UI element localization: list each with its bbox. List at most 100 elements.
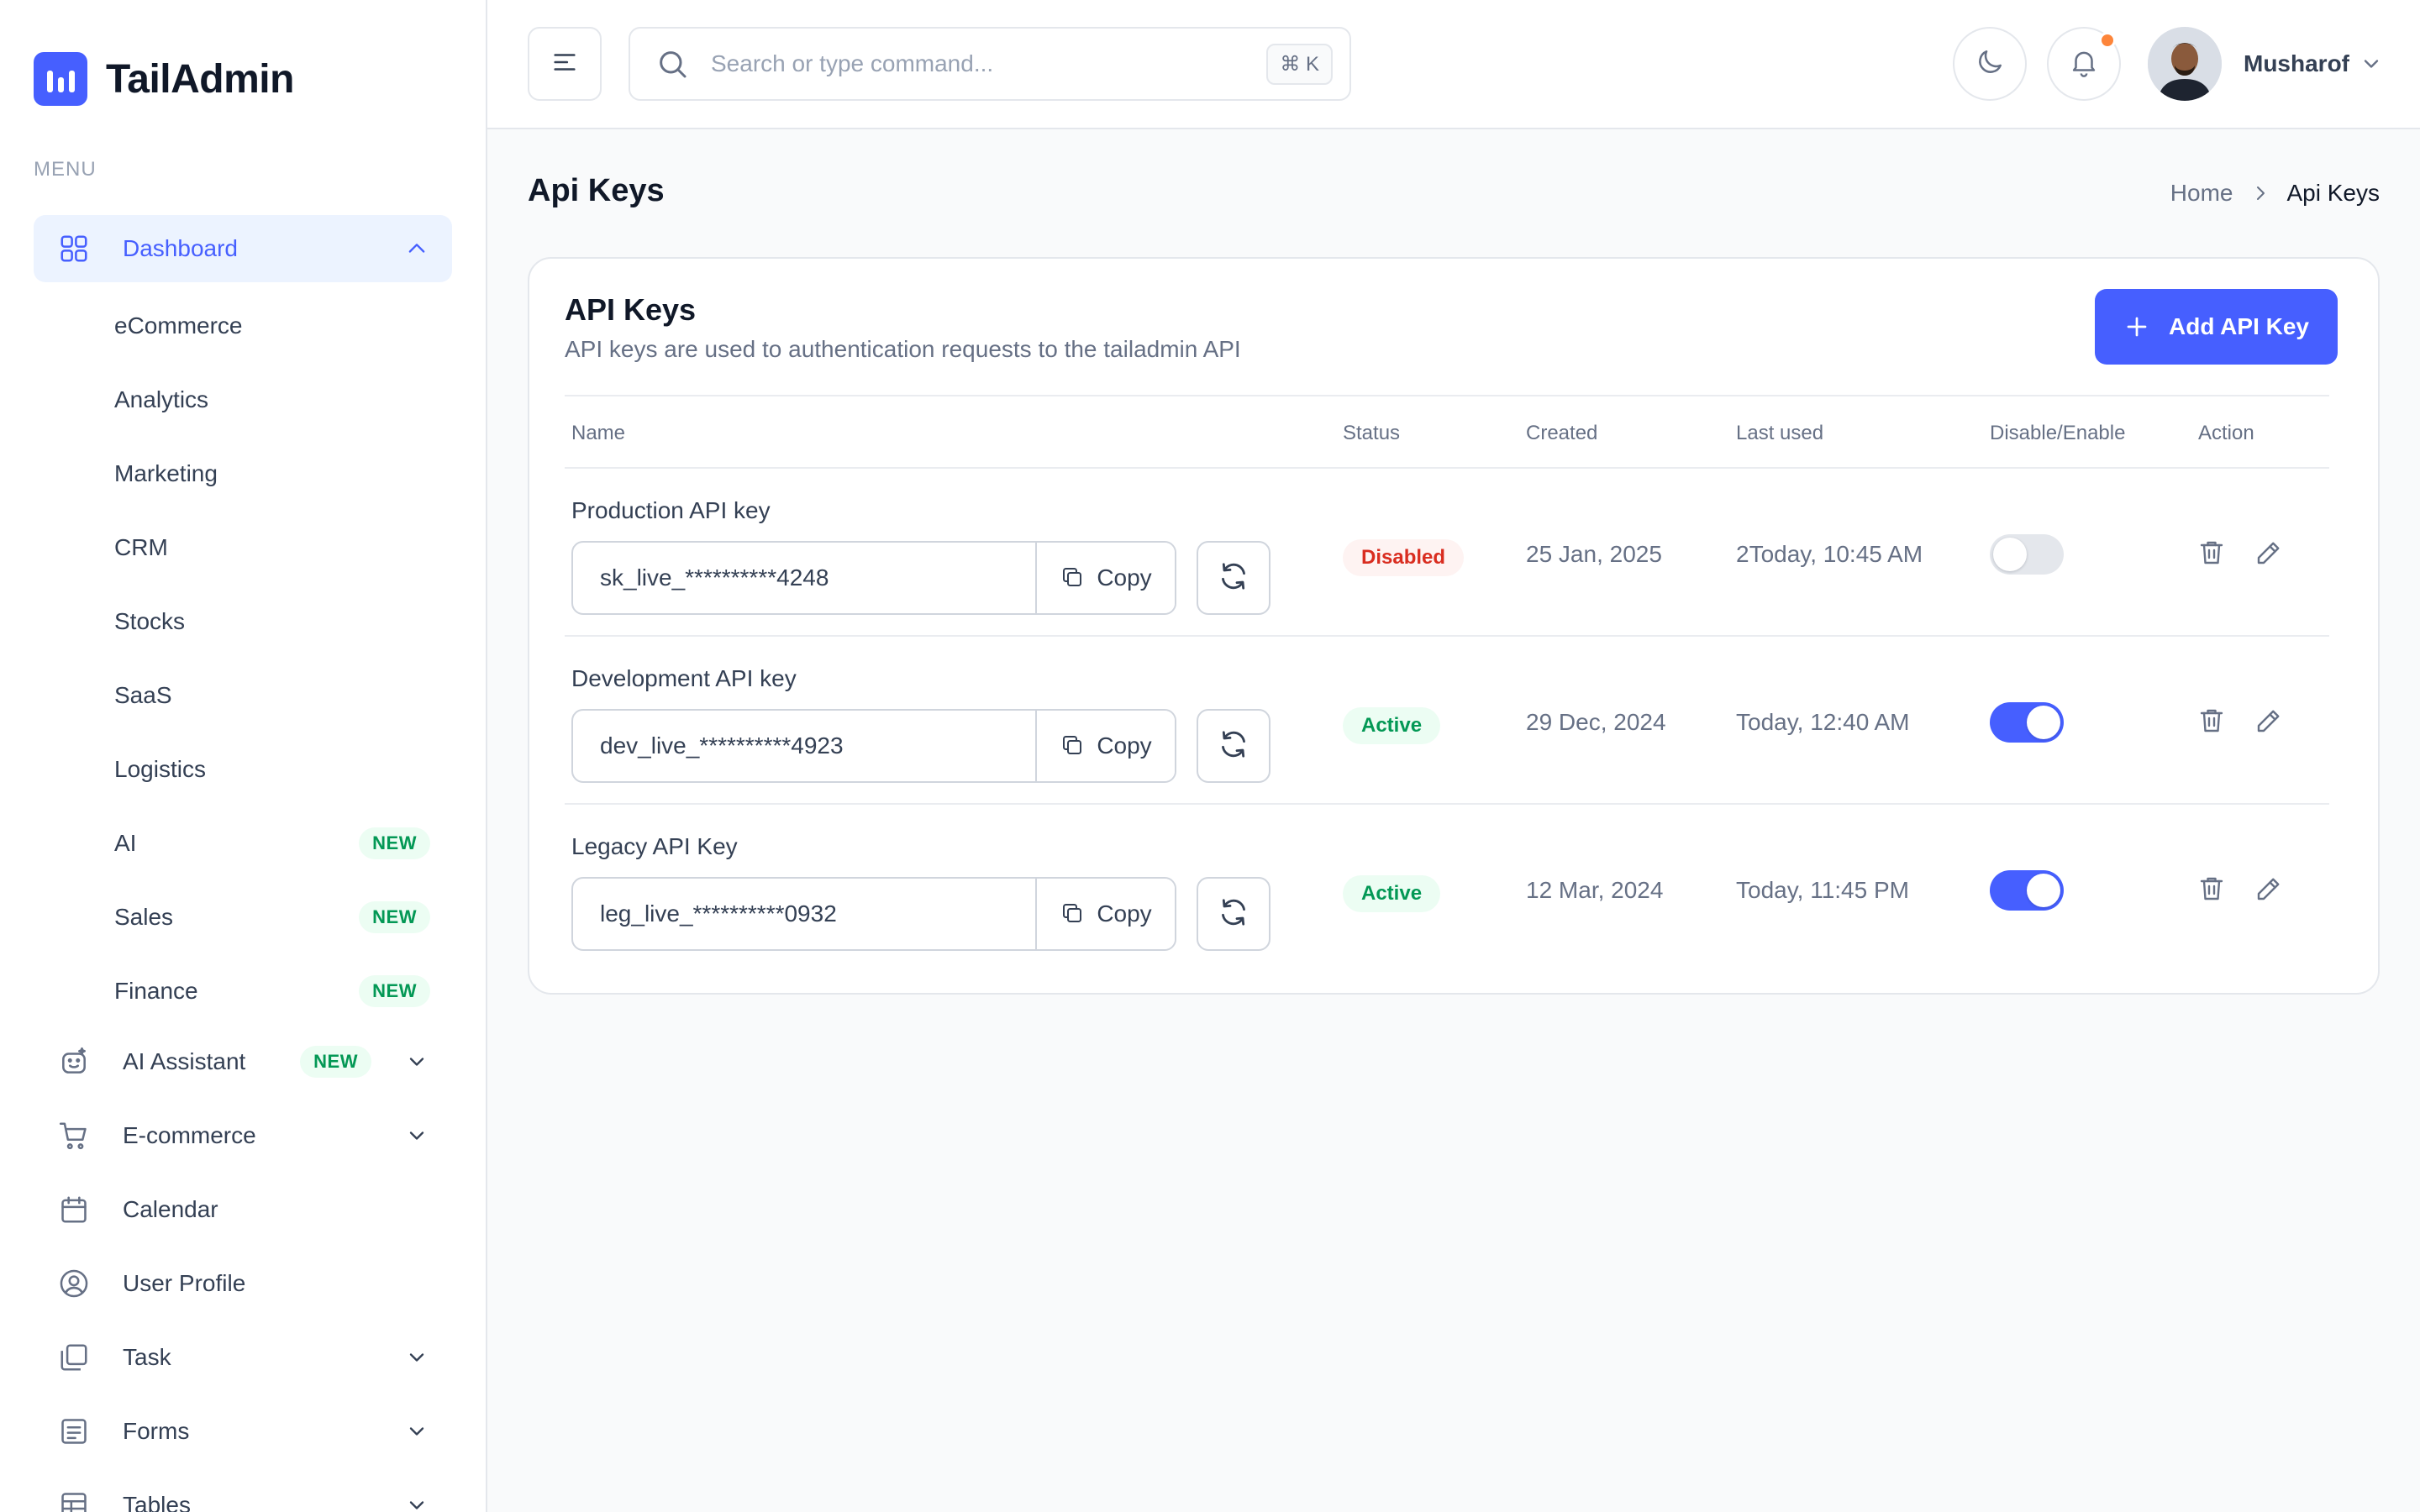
chevron-up-icon [403,235,430,262]
submenu-item-marketing[interactable]: Marketing [34,437,452,511]
regenerate-key-button[interactable] [1197,541,1270,615]
breadcrumb: Home Api Keys [2170,180,2380,207]
sidebar-item-forms[interactable]: Forms [34,1398,452,1465]
table-body: Production API key sk_live_**********4248… [565,469,2329,973]
grid-icon [57,232,91,265]
copy-button[interactable]: Copy [1035,879,1175,949]
user-menu[interactable]: Musharof [2148,27,2385,101]
submenu-item-analytics[interactable]: Analytics [34,363,452,437]
regenerate-key-button[interactable] [1197,709,1270,783]
toggle-knob [2027,874,2060,907]
submenu-item-label: Sales [114,904,174,930]
copy-icon [1060,732,1086,759]
delete-button[interactable] [2195,538,2228,571]
sidebar-item-user-profile[interactable]: User Profile [34,1250,452,1317]
search-input[interactable]: Search or type command... [711,50,1266,77]
copy-label: Copy [1097,900,1152,927]
chevron-down-icon [403,1048,430,1075]
copy-label: Copy [1097,564,1152,591]
search-shortcut-hint: ⌘ K [1266,43,1333,85]
edit-button[interactable] [2252,874,2286,907]
created-date: 29 Dec, 2024 [1526,709,1666,735]
pencil-icon [2254,706,2284,740]
chevron-down-icon [403,1418,430,1445]
notifications-button[interactable] [2047,27,2121,101]
refresh-icon [1217,895,1250,933]
last-used-date: 2Today, 10:45 AM [1736,541,1923,567]
hamburger-icon [550,48,579,81]
pencil-icon [2254,874,2284,908]
sidebar-item-e-commerce[interactable]: E-commerce [34,1102,452,1169]
sidebar-item-label: Task [123,1344,171,1370]
sidebar-item-label: Tables [123,1492,191,1512]
task-icon [57,1341,91,1374]
menu-section-label: MENU [34,158,97,181]
created-date: 12 Mar, 2024 [1526,877,1664,903]
search-bar[interactable]: Search or type command... ⌘ K [629,27,1351,101]
search-icon [655,47,689,81]
table-icon [57,1488,91,1512]
api-key-name: Development API key [571,665,797,691]
submenu-item-saas[interactable]: SaaS [34,659,452,732]
chevron-down-icon [403,1122,430,1149]
regenerate-key-button[interactable] [1197,877,1270,951]
card-subtitle: API keys are used to authentication requ… [565,336,1241,362]
api-key-field: leg_live_**********0932 Copy [571,877,1176,951]
submenu-item-label: eCommerce [114,312,243,339]
sidebar-item-ai-assistant[interactable]: AI Assistant NEW [34,1028,452,1095]
api-key-value[interactable]: leg_live_**********0932 [573,879,1035,949]
user-circle-icon [57,1267,91,1300]
trash-icon [2196,874,2227,908]
notification-dot [2099,32,2116,49]
last-used-date: Today, 11:45 PM [1736,877,1909,903]
delete-button[interactable] [2195,706,2228,739]
api-key-name: Production API key [571,497,771,523]
sidebar-item-tables[interactable]: Tables [34,1472,452,1512]
new-badge: NEW [359,975,430,1007]
submenu-item-finance[interactable]: Finance NEW [34,954,452,1028]
copy-icon [1060,564,1086,591]
delete-button[interactable] [2195,874,2228,907]
column-header-status: Status [1343,422,1401,444]
api-key-value[interactable]: sk_live_**********4248 [573,543,1035,613]
enable-toggle[interactable] [1990,534,2064,575]
edit-button[interactable] [2252,706,2286,739]
add-api-key-button[interactable]: Add API Key [2095,289,2338,365]
sidebar-toggle-button[interactable] [528,27,602,101]
submenu-item-label: Analytics [114,386,209,412]
edit-button[interactable] [2252,538,2286,571]
submenu-item-sales[interactable]: Sales NEW [34,880,452,954]
brand-logo[interactable]: TailAdmin [34,52,294,106]
enable-toggle[interactable] [1990,702,2064,743]
submenu-item-label: Stocks [114,608,186,634]
sidebar-item-label: User Profile [123,1270,246,1296]
api-keys-table: Name Status Created Last used Disable/En… [565,395,2329,973]
submenu-item-ai[interactable]: AI NEW [34,806,452,880]
api-key-value[interactable]: dev_live_**********4923 [573,711,1035,781]
sidebar-item-dashboard[interactable]: Dashboard [34,215,452,282]
new-badge: NEW [300,1046,371,1078]
submenu-item-label: CRM [114,534,168,560]
sidebar-item-label: Forms [123,1418,190,1444]
sidebar-item-label: Calendar [123,1196,218,1222]
submenu-item-stocks[interactable]: Stocks [34,585,452,659]
submenu-item-label: Marketing [114,460,218,486]
chevron-right-icon [2250,183,2270,203]
submenu-item-ecommerce[interactable]: eCommerce [34,289,452,363]
column-header-last-used: Last used [1736,422,1824,444]
copy-button[interactable]: Copy [1035,543,1175,613]
breadcrumb-home-link[interactable]: Home [2170,180,2233,207]
cart-icon [57,1119,91,1152]
api-key-field: sk_live_**********4248 Copy [571,541,1176,615]
form-icon [57,1415,91,1448]
copy-button[interactable]: Copy [1035,711,1175,781]
sidebar-item-task[interactable]: Task [34,1324,452,1391]
column-header-created: Created [1526,422,1598,444]
submenu-item-crm[interactable]: CRM [34,511,452,585]
dark-mode-toggle-button[interactable] [1953,27,2027,101]
sidebar-item-calendar[interactable]: Calendar [34,1176,452,1243]
enable-toggle[interactable] [1990,870,2064,911]
submenu-item-logistics[interactable]: Logistics [34,732,452,806]
dashboard-submenu: eCommerce Analytics Marketing CRM Stocks SaaS… [34,289,452,1028]
bell-icon [2068,46,2100,82]
